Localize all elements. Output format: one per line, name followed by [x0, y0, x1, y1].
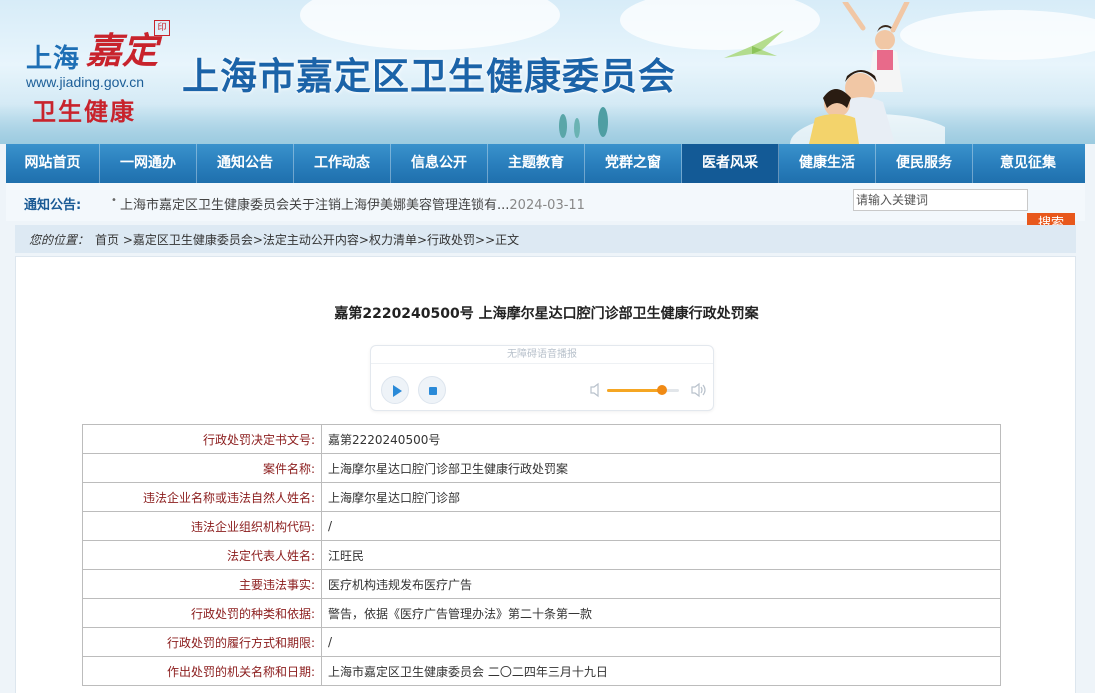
- row-key: 违法企业组织机构代码:: [82, 511, 322, 541]
- logo-text: 上海: [26, 44, 81, 74]
- play-icon: [393, 385, 402, 397]
- logo-subtitle: 卫生健康: [32, 98, 136, 126]
- row-key: 行政处罚决定书文号:: [82, 424, 322, 454]
- audio-player: 无障碍语音播报: [370, 345, 714, 411]
- paper-crane-icon: [724, 30, 784, 58]
- breadcrumb-label: 您的位置：: [29, 233, 90, 247]
- nav-item-public-service[interactable]: 便民服务: [876, 144, 973, 183]
- row-value: 上海市嘉定区卫生健康委员会 二〇二四年三月十九日: [321, 656, 1001, 686]
- row-key: 行政处罚的履行方式和期限:: [82, 627, 322, 657]
- main-nav: 网站首页 一网通办 通知公告 工作动态 信息公开 主题教育 党群之窗 医者风采 …: [6, 144, 1085, 183]
- notice-label: 通知公告:: [24, 198, 82, 213]
- row-value: 嘉第2220240500号: [321, 424, 1001, 454]
- table-row: 行政处罚决定书文号: 嘉第2220240500号: [82, 424, 1001, 454]
- penalty-info-table: 行政处罚决定书文号: 嘉第2220240500号 案件名称: 上海摩尔星达口腔门诊部…: [82, 424, 1001, 686]
- volume-slider[interactable]: [607, 385, 679, 395]
- row-key: 作出处罚的机关名称和日期:: [82, 656, 322, 686]
- volume-low-icon: [590, 382, 599, 398]
- page-title: 嘉第2220240500号 上海摩尔星达口腔门诊部卫生健康行政处罚案: [334, 306, 759, 322]
- row-value: /: [321, 627, 1001, 657]
- table-row: 主要违法事实: 医疗机构违规发布医疗广告: [82, 569, 1001, 599]
- nav-item-doctors[interactable]: 医者风采: [682, 144, 779, 183]
- nav-item-notices[interactable]: 通知公告: [197, 144, 294, 183]
- table-row: 案件名称: 上海摩尔星达口腔门诊部卫生健康行政处罚案: [82, 453, 1001, 483]
- row-key: 违法企业名称或违法自然人姓名:: [82, 482, 322, 512]
- table-row: 作出处罚的机关名称和日期: 上海市嘉定区卫生健康委员会 二〇二四年三月十九日: [82, 656, 1001, 686]
- search-input[interactable]: [853, 189, 1028, 211]
- row-value: 江旺民: [321, 540, 1001, 570]
- row-key: 行政处罚的种类和依据:: [82, 598, 322, 628]
- site-title: 上海市嘉定区卫生健康委员会: [182, 55, 676, 98]
- notice-bullet: •: [111, 195, 117, 206]
- row-value: /: [321, 511, 1001, 541]
- volume-high-icon: [691, 382, 706, 398]
- table-row: 违法企业名称或违法自然人姓名: 上海摩尔星达口腔门诊部: [82, 482, 1001, 512]
- table-row: 行政处罚的履行方式和期限: /: [82, 627, 1001, 657]
- breadcrumb-path[interactable]: 首页 >嘉定区卫生健康委员会>法定主动公开内容>权力清单>行政处罚>>正文: [95, 231, 519, 248]
- row-key: 案件名称:: [82, 453, 322, 483]
- notice-bar: 通知公告: • 上海市嘉定区卫生健康委员会关于注销上海伊美娜美容管理连锁有...…: [6, 183, 1085, 221]
- row-key: 法定代表人姓名:: [82, 540, 322, 570]
- stop-icon: [429, 387, 437, 395]
- notice-title: 上海市嘉定区卫生健康委员会关于注销上海伊美娜美容管理连锁有...: [120, 198, 510, 213]
- nav-item-info-disclosure[interactable]: 信息公开: [391, 144, 488, 183]
- cloud-decoration: [300, 0, 560, 50]
- logo-seal: 印: [154, 20, 170, 36]
- row-key: 主要违法事实:: [82, 569, 322, 599]
- row-value: 上海摩尔星达口腔门诊部: [321, 482, 1001, 512]
- row-value: 上海摩尔星达口腔门诊部卫生健康行政处罚案: [321, 453, 1001, 483]
- breadcrumb: 您的位置： 首页 >嘉定区卫生健康委员会>法定主动公开内容>权力清单>行政处罚>…: [15, 225, 1076, 253]
- row-value: 警告，依据《医疗广告管理办法》第二十条第一款: [321, 598, 1001, 628]
- volume-fill: [607, 389, 663, 392]
- notice-date: 2024-03-11: [509, 198, 585, 213]
- play-button[interactable]: [381, 376, 409, 404]
- table-row: 行政处罚的种类和依据: 警告，依据《医疗广告管理办法》第二十条第一款: [82, 598, 1001, 628]
- notice-link[interactable]: 上海市嘉定区卫生健康委员会关于注销上海伊美娜美容管理连锁有...2024-03-…: [120, 194, 585, 213]
- volume-knob[interactable]: [657, 385, 668, 395]
- logo-url: www.jiading.gov.cn: [26, 74, 145, 90]
- nav-item-feedback[interactable]: 意见征集: [973, 144, 1083, 183]
- nav-item-one-stop-service[interactable]: 一网通办: [100, 144, 197, 183]
- row-value: 医疗机构违规发布医疗广告: [321, 569, 1001, 599]
- header-banner: 上海 嘉定 印 www.jiading.gov.cn 卫生健康 上海市嘉定区卫生…: [0, 0, 1095, 144]
- trees-icon: [559, 107, 608, 138]
- family-illustration: [790, 2, 945, 144]
- nav-item-work-news[interactable]: 工作动态: [294, 144, 391, 183]
- player-header: 无障碍语音播报: [371, 346, 713, 364]
- nav-item-home[interactable]: 网站首页: [6, 144, 100, 183]
- nav-item-theme-education[interactable]: 主题教育: [488, 144, 585, 183]
- logo-script-text: 嘉定: [86, 30, 159, 72]
- main-content: 嘉第2220240500号 上海摩尔星达口腔门诊部卫生健康行政处罚案 无障碍语音…: [15, 256, 1076, 693]
- nav-item-healthy-life[interactable]: 健康生活: [779, 144, 876, 183]
- stop-button[interactable]: [418, 376, 446, 404]
- table-row: 法定代表人姓名: 江旺民: [82, 540, 1001, 570]
- table-row: 违法企业组织机构代码: /: [82, 511, 1001, 541]
- nav-item-party-window[interactable]: 党群之窗: [585, 144, 682, 183]
- site-logo[interactable]: 上海 嘉定 印 www.jiading.gov.cn 卫生健康: [26, 18, 171, 128]
